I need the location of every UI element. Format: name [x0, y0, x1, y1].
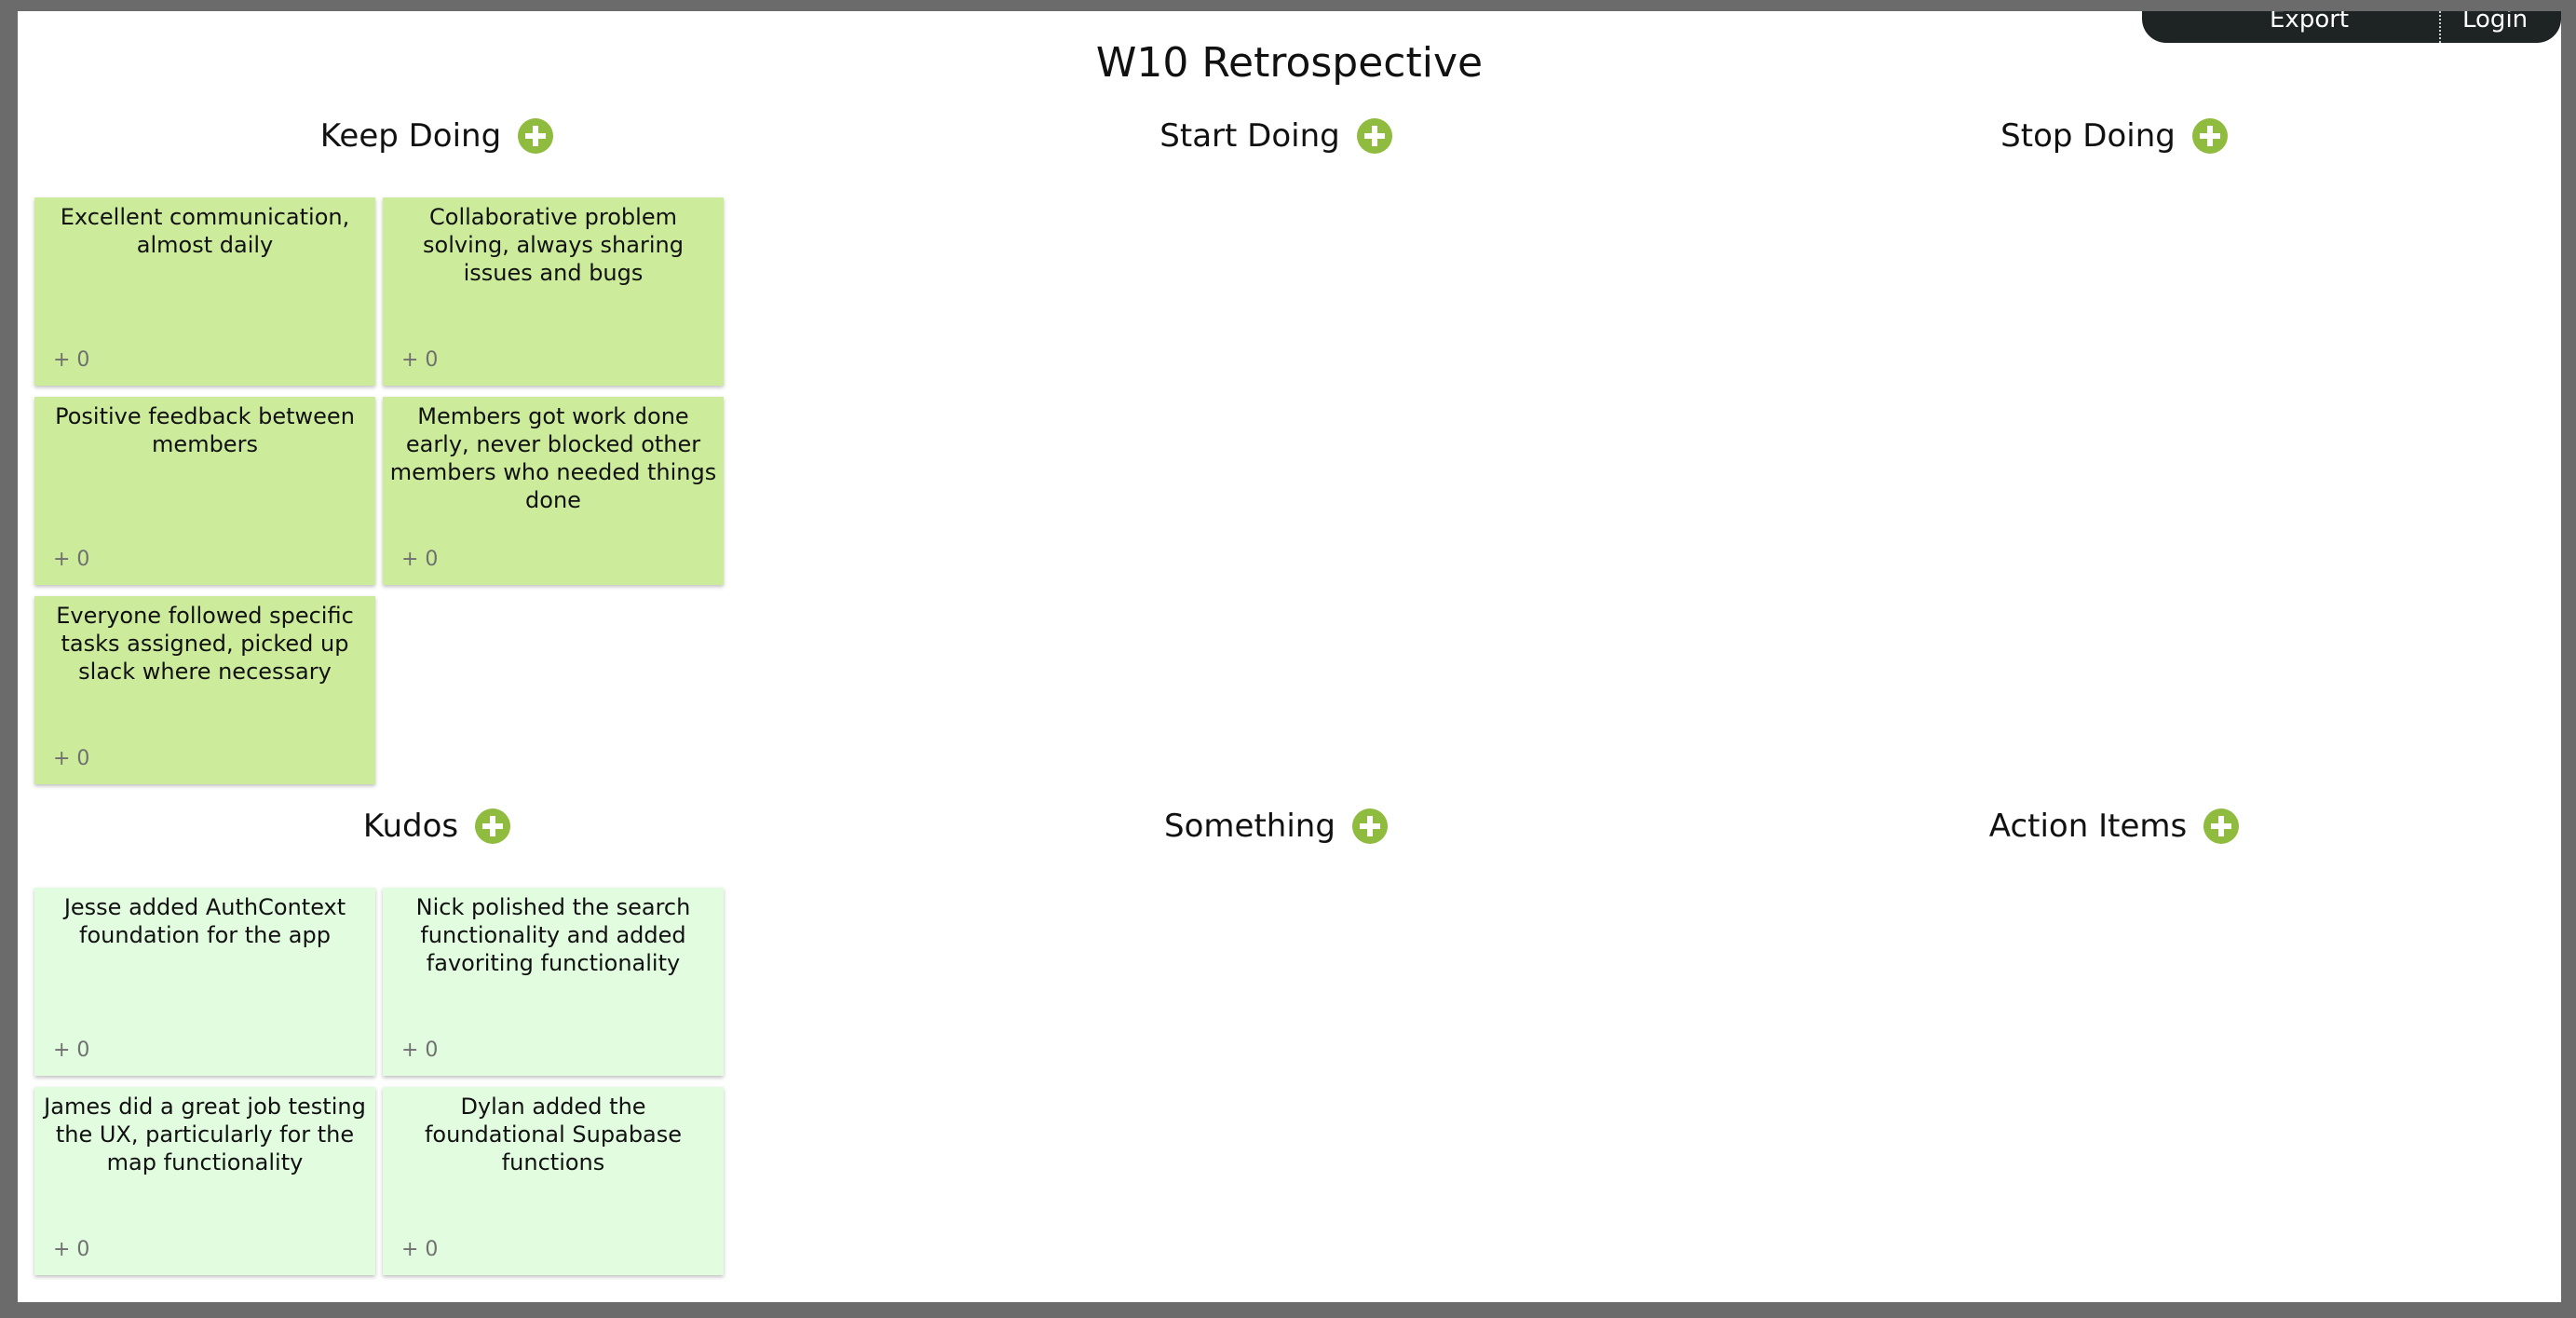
- card-text: James did a great job testing the UX, pa…: [44, 1094, 366, 1175]
- vote-button[interactable]: + 0: [53, 1037, 89, 1065]
- card-text: Members got work done early, never block…: [389, 403, 717, 513]
- column-title: Action Items: [1988, 808, 2188, 845]
- card-text: Everyone followed specific tasks assigne…: [56, 603, 354, 685]
- card[interactable]: Collaborative problem solving, always sh…: [383, 197, 724, 386]
- card[interactable]: James did a great job testing the UX, pa…: [34, 1087, 375, 1275]
- add-card-icon[interactable]: [2203, 808, 2240, 844]
- retro-board: Export Login W10 Retrospective Keep Doin…: [18, 11, 2561, 1302]
- card-text: Excellent communication, almost daily: [60, 204, 350, 258]
- vote-button[interactable]: + 0: [401, 1037, 438, 1065]
- vote-button[interactable]: + 0: [401, 346, 438, 374]
- top-toolbar: Export Login: [2142, 11, 2561, 43]
- card[interactable]: Excellent communication, almost daily + …: [34, 197, 375, 386]
- card[interactable]: Members got work done early, never block…: [383, 397, 724, 585]
- card-text: Collaborative problem solving, always sh…: [423, 204, 684, 286]
- column-title: Something: [1164, 808, 1335, 845]
- add-card-icon[interactable]: [2191, 118, 2228, 154]
- column-header-kudos: Kudos: [18, 808, 856, 845]
- card[interactable]: Jesse added AuthContext foundation for t…: [34, 888, 375, 1076]
- add-card-icon[interactable]: [1351, 808, 1388, 844]
- vote-button[interactable]: + 0: [53, 346, 89, 374]
- column-header-something: Something: [857, 808, 1695, 845]
- vote-button[interactable]: + 0: [401, 546, 438, 574]
- add-card-icon[interactable]: [475, 808, 511, 844]
- column-header-action-items: Action Items: [1695, 808, 2533, 845]
- card[interactable]: Everyone followed specific tasks assigne…: [34, 596, 375, 784]
- column-title: Stop Doing: [2000, 117, 2176, 155]
- export-button[interactable]: Export: [2270, 11, 2349, 34]
- board-title: W10 Retrospective: [1095, 39, 1484, 87]
- toolbar-divider: [2439, 11, 2441, 43]
- card-text: Dylan added the foundational Supabase fu…: [424, 1094, 683, 1175]
- vote-button[interactable]: + 0: [401, 1236, 438, 1264]
- column-header-start-doing: Start Doing: [857, 117, 1695, 155]
- vote-button[interactable]: + 0: [53, 745, 89, 773]
- vote-button[interactable]: + 0: [53, 1236, 89, 1264]
- card[interactable]: Positive feedback between members + 0: [34, 397, 375, 585]
- column-title: Start Doing: [1159, 117, 1340, 155]
- vote-button[interactable]: + 0: [53, 546, 89, 574]
- add-card-icon[interactable]: [518, 118, 554, 154]
- card[interactable]: Dylan added the foundational Supabase fu…: [383, 1087, 724, 1275]
- column-title: Keep Doing: [319, 117, 502, 155]
- card[interactable]: Nick polished the search functionality a…: [383, 888, 724, 1076]
- login-button[interactable]: Login: [2462, 11, 2528, 34]
- card-text: Positive feedback between members: [55, 403, 355, 457]
- column-header-stop-doing: Stop Doing: [1695, 117, 2533, 155]
- column-title: Kudos: [362, 808, 459, 845]
- card-text: Nick polished the search functionality a…: [415, 894, 691, 976]
- add-card-icon[interactable]: [1356, 118, 1392, 154]
- column-header-keep-doing: Keep Doing: [18, 117, 856, 155]
- card-text: Jesse added AuthContext foundation for t…: [63, 894, 346, 948]
